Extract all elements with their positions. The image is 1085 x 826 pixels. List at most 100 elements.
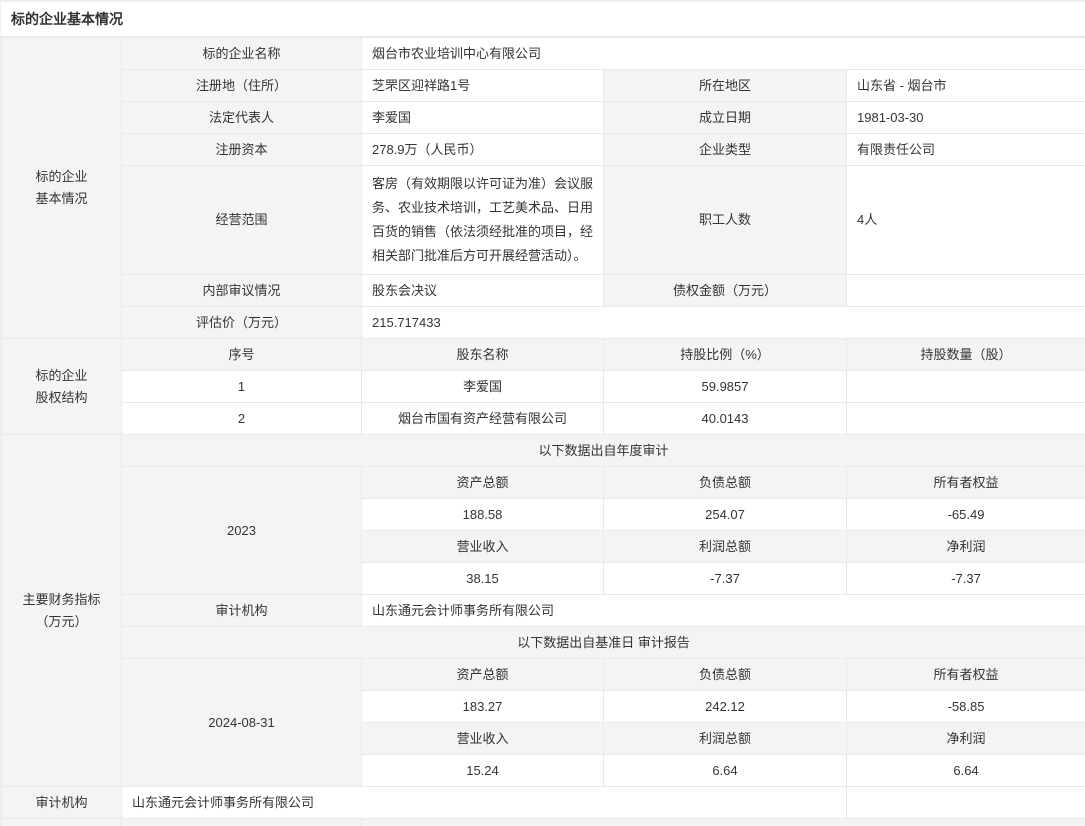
section-label-equity-structure: 标的企业 股权结构 — [2, 339, 122, 435]
enterprise-type-label: 企业类型 — [604, 134, 847, 166]
debt-amount-label: 债权金额（万元） — [604, 275, 847, 307]
table-row: 2 烟台市国有资产经营有限公司 40.0143 — [2, 403, 1085, 435]
company-name-value: 烟台市农业培训中心有限公司 — [362, 38, 1085, 70]
annual-auditor-value: 山东通元会计师事务所有限公司 — [362, 595, 1085, 627]
equity-row-shareholder: 李爱国 — [362, 371, 604, 403]
annual-audit-banner: 以下数据出自年度审计 — [122, 435, 1085, 467]
baseline-header-net-profit: 净利润 — [847, 723, 1085, 755]
page-title: 标的企业基本情况 — [1, 2, 1085, 37]
legal-representative-value: 李爱国 — [362, 102, 604, 134]
table-row: 以下数据出自基准日 审计报告 — [2, 627, 1085, 659]
section-label-line: 标的企业 — [8, 166, 115, 188]
business-scope-label: 经营范围 — [122, 166, 362, 275]
establish-date-value: 1981-03-30 — [847, 102, 1085, 134]
equity-row-shares — [847, 371, 1085, 403]
baseline-header-owner-equity: 所有者权益 — [847, 659, 1085, 691]
employees-label: 职工人数 — [604, 166, 847, 275]
document-page: 标的企业基本情况 标的企业 基本情况 标的企业名称 烟台市农业培训中心有限公司 … — [0, 0, 1085, 826]
annual-header-owner-equity: 所有者权益 — [847, 467, 1085, 499]
annual-period: 2023 — [122, 467, 362, 595]
section-label-financial-indicators: 主要财务指标 （万元） — [2, 435, 122, 787]
internal-review-label: 内部审议情况 — [122, 275, 362, 307]
annual-value-total-liabilities: 254.07 — [604, 499, 847, 531]
baseline-audit-banner: 以下数据出自基准日 审计报告 — [122, 627, 1085, 659]
baseline-value-revenue: 15.24 — [362, 755, 604, 787]
cutoff-cell — [122, 819, 362, 826]
baseline-period: 2024-08-31 — [122, 659, 362, 787]
baseline-header-total-assets: 资产总额 — [362, 659, 604, 691]
registered-address-label: 注册地（住所） — [122, 70, 362, 102]
region-label: 所在地区 — [604, 70, 847, 102]
table-row: 注册地（住所） 芝罘区迎祥路1号 所在地区 山东省 - 烟台市 — [2, 70, 1085, 102]
annual-header-net-profit: 净利润 — [847, 531, 1085, 563]
cutoff-cell — [2, 819, 122, 826]
company-name-label: 标的企业名称 — [122, 38, 362, 70]
section-label-basic-info: 标的企业 基本情况 — [2, 38, 122, 339]
section-label-line: 股权结构 — [8, 387, 115, 409]
business-scope-value: 客房（有效期限以许可证为准）会议服务、农业技术培训，工艺美术品、日用百货的销售（… — [362, 166, 604, 275]
annual-header-total-assets: 资产总额 — [362, 467, 604, 499]
table-row: 2024-08-31 资产总额 负债总额 所有者权益 — [2, 659, 1085, 691]
annual-value-net-profit: -7.37 — [847, 563, 1085, 595]
baseline-header-total-liabilities: 负债总额 — [604, 659, 847, 691]
annual-auditor-label: 审计机构 — [122, 595, 362, 627]
table-row: 评估价（万元） 215.717433 — [2, 307, 1085, 339]
table-row: 经营范围 客房（有效期限以许可证为准）会议服务、农业技术培训，工艺美术品、日用百… — [2, 166, 1085, 275]
baseline-auditor-label: 审计机构 — [2, 787, 122, 819]
annual-header-total-liabilities: 负债总额 — [604, 467, 847, 499]
baseline-value-owner-equity: -58.85 — [847, 691, 1085, 723]
establish-date-label: 成立日期 — [604, 102, 847, 134]
section-label-line: 基本情况 — [8, 188, 115, 210]
annual-value-owner-equity: -65.49 — [847, 499, 1085, 531]
baseline-value-total-assets: 183.27 — [362, 691, 604, 723]
section-label-line: （万元） — [8, 611, 115, 633]
enterprise-info-table: 标的企业 基本情况 标的企业名称 烟台市农业培训中心有限公司 注册地（住所） 芝… — [1, 37, 1085, 826]
table-row: 法定代表人 李爱国 成立日期 1981-03-30 — [2, 102, 1085, 134]
table-row: 1 李爱国 59.9857 — [2, 371, 1085, 403]
table-row: 审计机构 山东通元会计师事务所有限公司 — [2, 787, 1085, 819]
annual-header-total-profit: 利润总额 — [604, 531, 847, 563]
equity-header-shares: 持股数量（股） — [847, 339, 1085, 371]
table-row: 内部审议情况 股东会决议 债权金额（万元） — [2, 275, 1085, 307]
baseline-value-total-profit: 6.64 — [604, 755, 847, 787]
cutoff-cell — [362, 819, 1085, 826]
annual-value-revenue: 38.15 — [362, 563, 604, 595]
table-row-cutoff — [2, 819, 1085, 826]
region-value: 山东省 - 烟台市 — [847, 70, 1085, 102]
appraisal-price-value: 215.717433 — [362, 307, 1085, 339]
equity-header-ratio: 持股比例（%） — [604, 339, 847, 371]
employees-value: 4人 — [847, 166, 1085, 275]
equity-row-shareholder: 烟台市国有资产经营有限公司 — [362, 403, 604, 435]
internal-review-value: 股东会决议 — [362, 275, 604, 307]
table-row: 标的企业 基本情况 标的企业名称 烟台市农业培训中心有限公司 — [2, 38, 1085, 70]
equity-row-ratio: 40.0143 — [604, 403, 847, 435]
baseline-value-net-profit: 6.64 — [847, 755, 1085, 787]
baseline-auditor-value: 山东通元会计师事务所有限公司 — [122, 787, 847, 819]
annual-header-revenue: 营业收入 — [362, 531, 604, 563]
equity-row-index: 2 — [122, 403, 362, 435]
section-label-line: 主要财务指标 — [8, 589, 115, 611]
registered-capital-label: 注册资本 — [122, 134, 362, 166]
baseline-header-revenue: 营业收入 — [362, 723, 604, 755]
section-label-line: 标的企业 — [8, 365, 115, 387]
enterprise-type-value: 有限责任公司 — [847, 134, 1085, 166]
registered-address-value: 芝罘区迎祥路1号 — [362, 70, 604, 102]
annual-value-total-assets: 188.58 — [362, 499, 604, 531]
appraisal-price-label: 评估价（万元） — [122, 307, 362, 339]
table-row: 注册资本 278.9万（人民币） 企业类型 有限责任公司 — [2, 134, 1085, 166]
equity-row-shares — [847, 403, 1085, 435]
registered-capital-value: 278.9万（人民币） — [362, 134, 604, 166]
annual-value-total-profit: -7.37 — [604, 563, 847, 595]
table-row: 2023 资产总额 负债总额 所有者权益 — [2, 467, 1085, 499]
baseline-value-total-liabilities: 242.12 — [604, 691, 847, 723]
table-row: 标的企业 股权结构 序号 股东名称 持股比例（%） 持股数量（股） — [2, 339, 1085, 371]
debt-amount-value — [847, 275, 1085, 307]
table-row: 主要财务指标 （万元） 以下数据出自年度审计 — [2, 435, 1085, 467]
equity-header-index: 序号 — [122, 339, 362, 371]
equity-header-shareholder: 股东名称 — [362, 339, 604, 371]
equity-row-ratio: 59.9857 — [604, 371, 847, 403]
baseline-header-total-profit: 利润总额 — [604, 723, 847, 755]
table-row: 审计机构 山东通元会计师事务所有限公司 — [2, 595, 1085, 627]
legal-representative-label: 法定代表人 — [122, 102, 362, 134]
equity-row-index: 1 — [122, 371, 362, 403]
